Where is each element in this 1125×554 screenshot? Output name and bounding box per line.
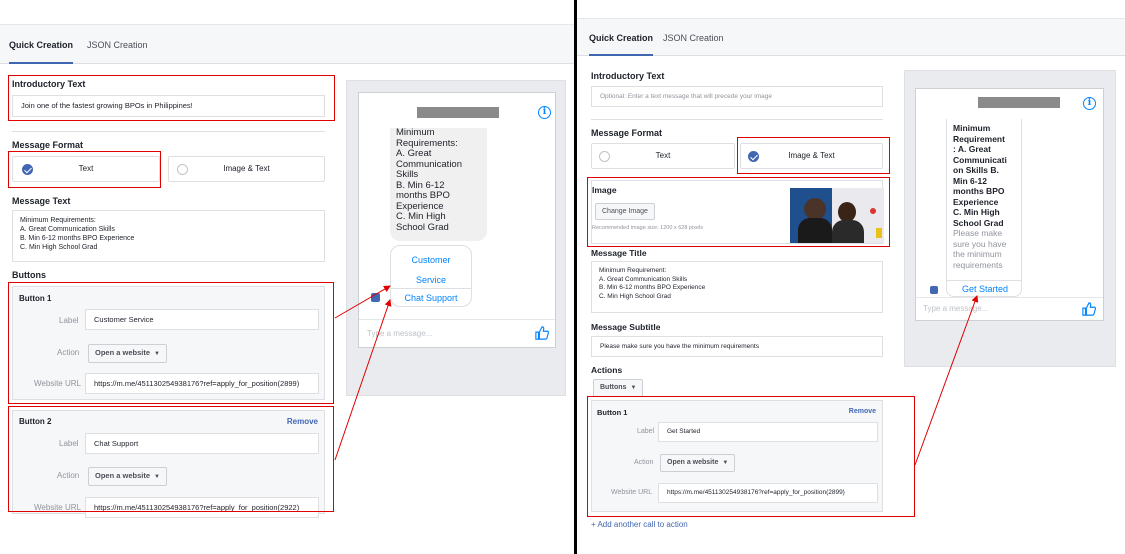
arrow-line [334, 299, 392, 461]
right-panel: Quick Creation JSON Creation Introductor… [577, 0, 1125, 554]
annotation-arrows [914, 295, 979, 466]
arrow-line [334, 285, 391, 319]
annotation-arrows [334, 285, 392, 461]
left-panel: Quick Creation JSON Creation Introductor… [0, 0, 574, 554]
arrow-line [914, 295, 979, 466]
